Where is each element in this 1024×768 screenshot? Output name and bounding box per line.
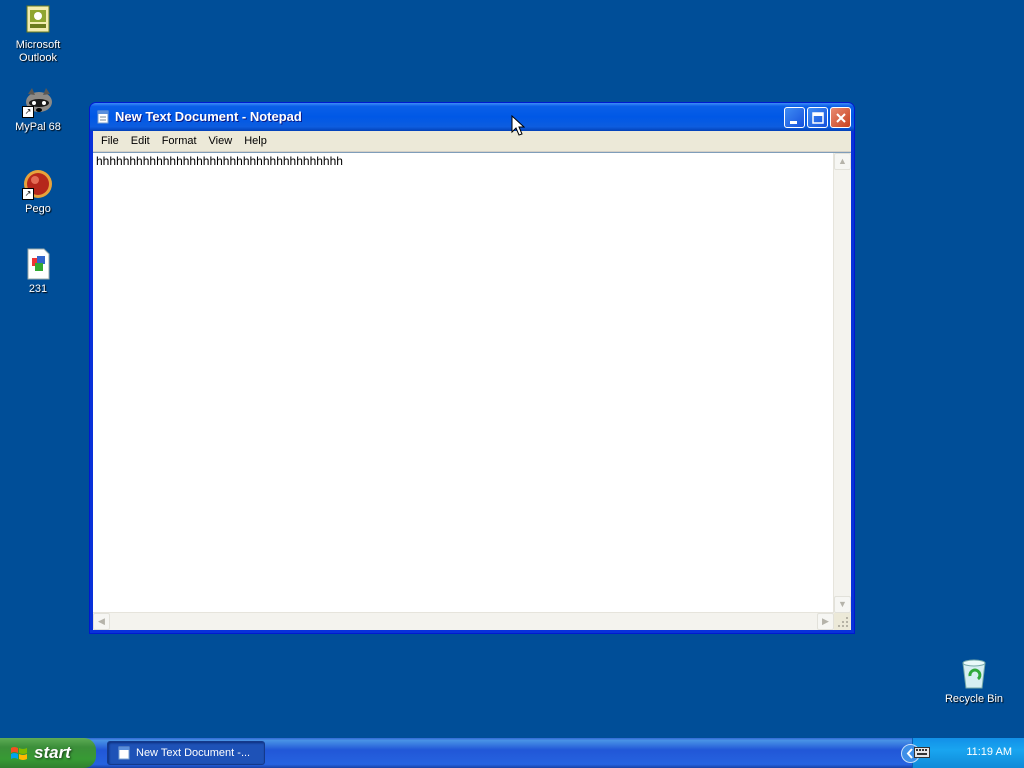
start-button[interactable]: start (0, 738, 96, 768)
scroll-right-icon[interactable]: ▶ (817, 613, 834, 630)
resize-grip-icon[interactable] (834, 613, 851, 630)
scroll-down-icon[interactable]: ▼ (834, 596, 851, 613)
windows-flag-icon (11, 747, 27, 760)
menu-edit[interactable]: Edit (125, 132, 156, 150)
menu-help[interactable]: Help (238, 132, 273, 150)
desktop-icon-label: Pego (25, 203, 51, 215)
mouse-cursor-icon (511, 115, 525, 136)
desktop-icon-recycle-bin[interactable]: Recycle Bin (936, 658, 1012, 706)
taskbar-button-notepad[interactable]: New Text Document -... (107, 741, 265, 765)
document-icon (22, 248, 54, 280)
recycle-bin-icon (958, 658, 990, 690)
menu-bar: File Edit Format View Help (93, 131, 851, 152)
menu-view[interactable]: View (203, 132, 239, 150)
desktop-icon-pego[interactable]: ↗ Pego (0, 168, 76, 216)
taskbar-button-label: New Text Document -... (136, 747, 251, 759)
notepad-icon (118, 746, 130, 760)
close-button[interactable] (830, 107, 851, 128)
shortcut-arrow-icon: ↗ (22, 106, 34, 118)
outlook-icon (22, 4, 54, 36)
scroll-up-icon[interactable]: ▲ (834, 153, 851, 170)
desktop-icon-mypal[interactable]: ↗ MyPal 68 (0, 86, 76, 134)
shortcut-arrow-icon: ↗ (22, 188, 34, 200)
window-title: New Text Document - Notepad (115, 109, 302, 124)
horizontal-scrollbar[interactable]: ◀ ▶ (93, 612, 834, 630)
menu-file[interactable]: File (95, 132, 125, 150)
raccoon-icon: ↗ (22, 86, 54, 118)
desktop-icon-label: Recycle Bin (944, 693, 1004, 705)
notepad-icon (96, 110, 110, 124)
title-bar[interactable]: New Text Document - Notepad (90, 103, 854, 131)
keyboard-icon[interactable] (914, 747, 930, 758)
maximize-button[interactable] (807, 107, 828, 128)
desktop-icon-label: Microsoft Outlook (15, 39, 61, 64)
desktop-icon-231[interactable]: 231 (0, 248, 76, 296)
minimize-button[interactable] (784, 107, 805, 128)
scroll-left-icon[interactable]: ◀ (93, 613, 110, 630)
desktop-icon-label: 231 (28, 283, 48, 295)
window-client: File Edit Format View Help hhhhhhhhhhhhh… (93, 131, 851, 630)
text-editor[interactable]: hhhhhhhhhhhhhhhhhhhhhhhhhhhhhhhhhhhhh ▲ … (93, 152, 851, 630)
start-label: start (34, 743, 71, 762)
clock[interactable]: 11:19 AM (966, 746, 1012, 758)
pego-icon: ↗ (22, 168, 54, 200)
desktop-icon-label: MyPal 68 (15, 121, 61, 133)
notepad-window[interactable]: New Text Document - Notepad File Edit Fo… (89, 102, 855, 634)
menu-format[interactable]: Format (156, 132, 203, 150)
vertical-scrollbar[interactable]: ▲ ▼ (833, 153, 851, 613)
taskbar: start New Text Document -... 11:19 AM (0, 738, 1024, 768)
desktop-icon-outlook[interactable]: Microsoft Outlook (0, 4, 76, 65)
document-text[interactable]: hhhhhhhhhhhhhhhhhhhhhhhhhhhhhhhhhhhhh (96, 154, 343, 168)
